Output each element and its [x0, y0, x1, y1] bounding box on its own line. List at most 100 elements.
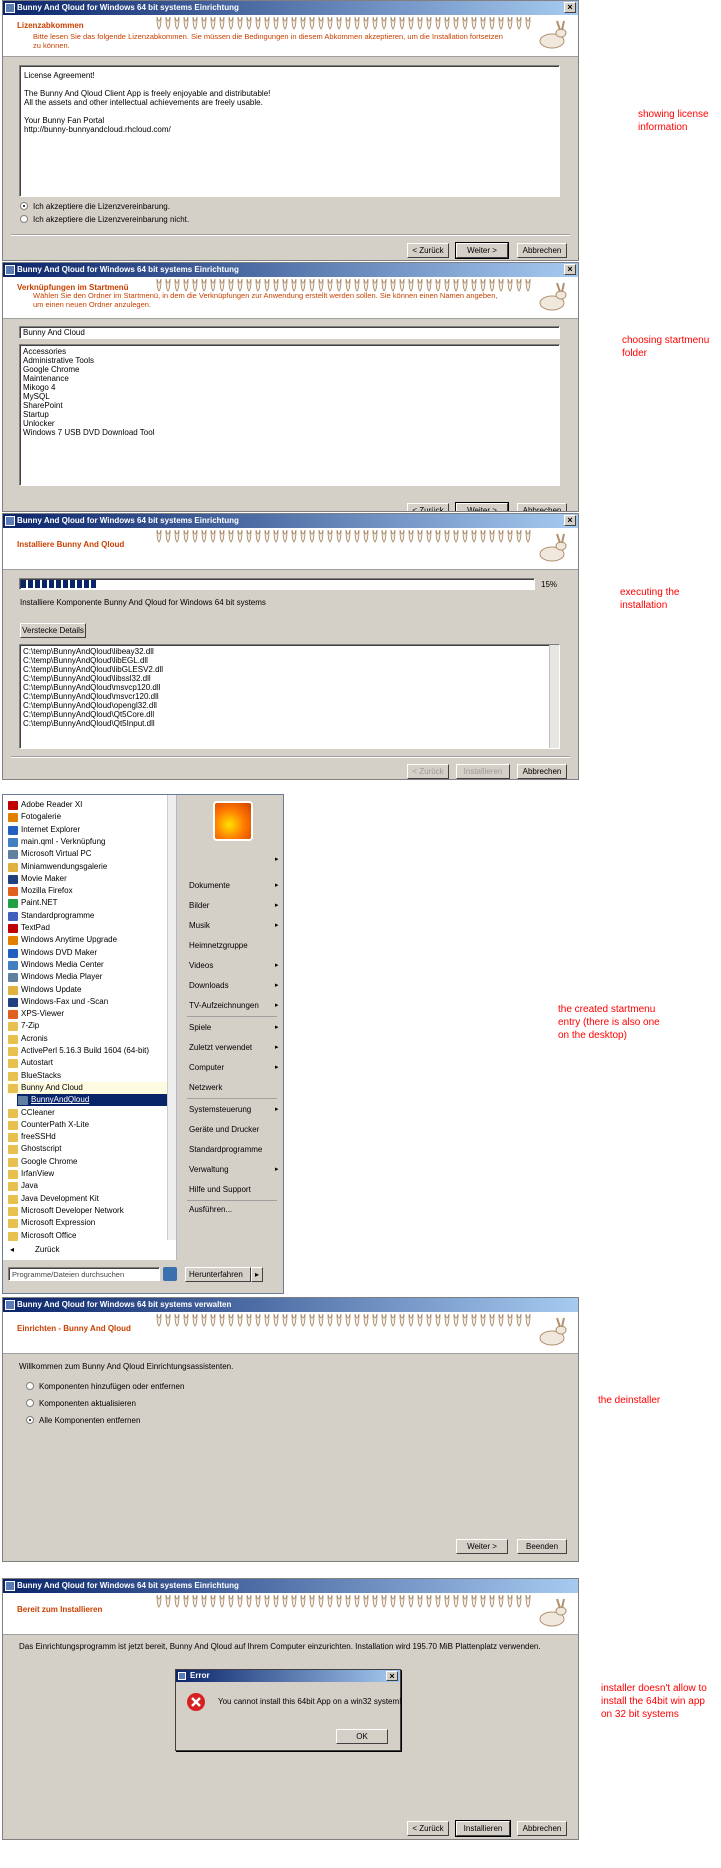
start-menu-item[interactable]: Dokumente	[189, 881, 230, 891]
program-item[interactable]: Microsoft Expression	[7, 1217, 95, 1229]
program-item[interactable]: Java Development Kit	[7, 1193, 99, 1205]
accept-label[interactable]: Ich akzeptiere die Lizenzvereinbarung.	[33, 202, 170, 211]
program-item[interactable]: Paint.NET	[7, 897, 57, 909]
install-log[interactable]: C:\temp\BunnyAndQloud\libeay32.dll C:\tem…	[19, 644, 560, 749]
program-item[interactable]: ActivePerl 5.16.3 Build 1604 (64-bit)	[7, 1045, 149, 1057]
install-button[interactable]: Installieren	[456, 764, 510, 779]
program-item[interactable]: Windows Anytime Upgrade	[7, 934, 117, 946]
start-menu-item[interactable]: Heimnetzgruppe	[189, 941, 248, 951]
folder-item[interactable]: Maintenance	[23, 374, 556, 383]
search-icon[interactable]	[163, 1267, 177, 1281]
start-menu-item[interactable]: Ausführen...	[189, 1205, 232, 1215]
program-item[interactable]: Acronis	[7, 1033, 48, 1045]
program-item[interactable]: Ghostscript	[7, 1143, 61, 1155]
option-radio-remove[interactable]	[26, 1416, 34, 1424]
start-menu-item[interactable]: Zuletzt verwendet	[189, 1043, 252, 1053]
program-item[interactable]: TextPad	[7, 922, 50, 934]
start-menu-item[interactable]: Hilfe und Support	[189, 1185, 251, 1195]
cancel-button[interactable]: Abbrechen	[517, 503, 567, 511]
ok-button[interactable]: OK	[336, 1729, 388, 1744]
folder-item[interactable]: Accessories	[23, 347, 556, 356]
program-item[interactable]: BlueStacks	[7, 1070, 61, 1082]
folder-list[interactable]: Accessories Administrative Tools Google Ch…	[19, 344, 560, 486]
log-scrollbar[interactable]	[549, 645, 559, 748]
shutdown-options-button[interactable]: ▸	[251, 1267, 263, 1282]
folder-item[interactable]: Mikogo 4	[23, 383, 556, 392]
start-menu-item[interactable]: Geräte und Drucker	[189, 1125, 259, 1135]
program-item[interactable]: Microsoft Developer Network	[7, 1205, 124, 1217]
hide-details-button[interactable]: Verstecke Details	[20, 623, 86, 638]
cancel-button[interactable]: Abbrechen	[517, 243, 567, 258]
program-item[interactable]: Windows Media Center	[7, 959, 104, 971]
program-item[interactable]: Java	[7, 1180, 38, 1192]
program-item[interactable]: Adobe Reader XI	[7, 799, 82, 811]
start-menu-item[interactable]: Netzwerk	[189, 1083, 222, 1093]
program-item[interactable]: Windows DVD Maker	[7, 947, 97, 959]
close-icon[interactable]: ×	[564, 2, 576, 13]
program-item[interactable]: XPS-Viewer	[7, 1008, 64, 1020]
folder-item[interactable]: MySQL	[23, 392, 556, 401]
decline-radio[interactable]	[20, 215, 28, 223]
program-item[interactable]: Windows Update	[7, 984, 81, 996]
program-item[interactable]: Internet Explorer	[7, 824, 80, 836]
program-item[interactable]: CCleaner	[7, 1107, 55, 1119]
program-item[interactable]: Mozilla Firefox	[7, 885, 73, 897]
next-button[interactable]: Weiter >	[456, 1539, 508, 1554]
option-radio-update[interactable]	[26, 1399, 34, 1407]
cancel-button[interactable]: Abbrechen	[517, 1821, 567, 1836]
program-item[interactable]: Bunny And Cloud	[7, 1081, 171, 1094]
next-button[interactable]: Weiter >	[455, 502, 509, 511]
start-menu-item[interactable]: Videos	[189, 961, 213, 971]
start-menu-item[interactable]: Downloads	[189, 981, 229, 991]
decline-label[interactable]: Ich akzeptiere die Lizenzvereinbarung ni…	[33, 215, 189, 224]
program-item[interactable]: Autostart	[7, 1057, 53, 1069]
program-item[interactable]: Movie Maker	[7, 873, 67, 885]
program-item[interactable]: 7-Zip	[7, 1020, 39, 1032]
program-item[interactable]: Windows Media Player	[7, 971, 102, 983]
program-item[interactable]: Miniamwendungsgalerie	[7, 861, 107, 873]
program-item[interactable]: Google Chrome	[7, 1156, 77, 1168]
install-button[interactable]: Installieren	[455, 1820, 511, 1837]
program-item[interactable]: Windows-Fax und -Scan	[7, 996, 108, 1008]
close-icon[interactable]: ×	[564, 515, 576, 526]
program-item[interactable]: Microsoft Virtual PC	[7, 848, 92, 860]
start-menu-item[interactable]: Spiele	[189, 1023, 211, 1033]
start-menu-item[interactable]: Musik	[189, 921, 210, 931]
close-icon[interactable]: ×	[386, 1671, 398, 1681]
program-item[interactable]: Standardprogramme	[7, 910, 94, 922]
program-item[interactable]: BunnyAndQloud	[17, 1094, 171, 1107]
back-link[interactable]: ◂ Zurück	[9, 1244, 59, 1256]
back-button[interactable]: < Zurück	[407, 503, 449, 511]
option-label-remove[interactable]: Alle Komponenten entfernen	[39, 1416, 140, 1425]
shutdown-button[interactable]: Herunterfahren	[185, 1267, 251, 1282]
program-item[interactable]: Microsoft Office	[7, 1230, 76, 1242]
quit-button[interactable]: Beenden	[517, 1539, 567, 1554]
folder-item[interactable]: Windows 7 USB DVD Download Tool	[23, 428, 556, 437]
option-label-update[interactable]: Komponenten aktualisieren	[39, 1399, 136, 1408]
program-item[interactable]: main.qml - Verknüpfung	[7, 836, 106, 848]
folder-item[interactable]: Administrative Tools	[23, 356, 556, 365]
search-input[interactable]: Programme/Dateien durchsuchen	[8, 1267, 160, 1281]
start-menu-item[interactable]: Computer	[189, 1063, 224, 1073]
user-picture[interactable]	[213, 801, 253, 841]
option-radio-modify[interactable]	[26, 1382, 34, 1390]
start-menu-item[interactable]: Bilder	[189, 901, 209, 911]
option-label-modify[interactable]: Komponenten hinzufügen oder entfernen	[39, 1382, 184, 1391]
cancel-button[interactable]: Abbrechen	[517, 764, 567, 779]
back-button[interactable]: < Zurück	[407, 243, 449, 258]
start-menu-item[interactable]: TV-Aufzeichnungen	[189, 1001, 259, 1011]
close-icon[interactable]: ×	[564, 264, 576, 275]
program-item[interactable]: IrfanView	[7, 1168, 54, 1180]
license-text-box[interactable]: License Agreement! The Bunny And Qloud Cl…	[19, 65, 560, 197]
program-item[interactable]: CounterPath X-Lite	[7, 1119, 89, 1131]
next-button[interactable]: Weiter >	[455, 242, 509, 259]
start-menu-item[interactable]: Verwaltung	[189, 1165, 229, 1175]
program-item[interactable]: Fotogalerie	[7, 811, 61, 823]
program-scrollbar[interactable]	[167, 795, 176, 1240]
folder-item[interactable]: Startup	[23, 410, 556, 419]
start-menu-item[interactable]: Standardprogramme	[189, 1145, 262, 1155]
start-menu-item[interactable]: Systemsteuerung	[189, 1105, 251, 1115]
folder-item[interactable]: Unlocker	[23, 419, 556, 428]
folder-item[interactable]: Google Chrome	[23, 365, 556, 374]
program-item[interactable]: freeSSHd	[7, 1131, 56, 1143]
